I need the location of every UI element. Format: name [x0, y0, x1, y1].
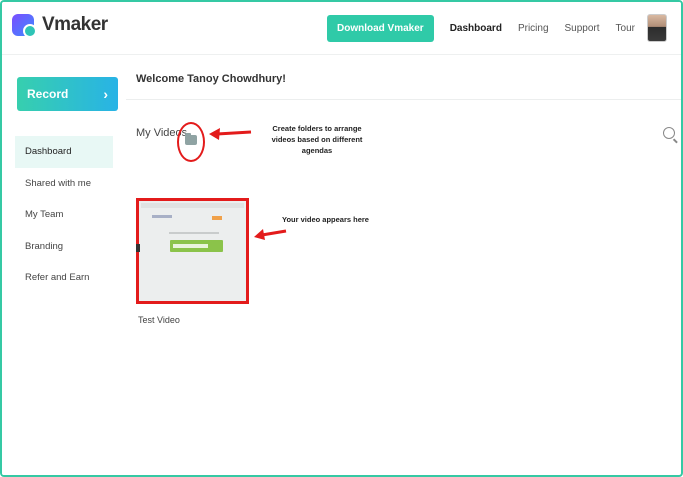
video-title[interactable]: Test Video: [138, 315, 180, 325]
sidebar-item-dashboard[interactable]: Dashboard: [15, 136, 113, 168]
download-vmaker-button[interactable]: Download Vmaker: [327, 14, 434, 42]
thumbnail-text: [169, 232, 219, 234]
avatar[interactable]: [647, 14, 667, 42]
app-frame: Vmaker Download Vmaker Dashboard Pricing…: [0, 0, 683, 477]
chevron-right-icon: ›: [103, 86, 108, 102]
sidebar-item-shared-with-me[interactable]: Shared with me: [15, 168, 113, 200]
folder-icon[interactable]: [185, 133, 197, 145]
logo-text: Vmaker: [42, 14, 108, 35]
top-nav: Download Vmaker Dashboard Pricing Suppor…: [327, 14, 667, 42]
divider: [126, 99, 681, 100]
annotation-folders-note: Create folders to arrange videos based o…: [271, 124, 363, 155]
main-content: Welcome Tanoy Chowdhury! My Videos Creat…: [126, 55, 681, 475]
sidebar-menu: Dashboard Shared with me My Team Brandin…: [15, 136, 113, 294]
sidebar-item-refer-and-earn[interactable]: Refer and Earn: [15, 262, 113, 294]
thumbnail-button: [212, 216, 222, 220]
record-label: Record: [27, 87, 69, 101]
thumbnail-logo: [152, 215, 172, 218]
annotation-video-note: Your video appears here: [282, 215, 369, 224]
top-header: Vmaker Download Vmaker Dashboard Pricing…: [2, 2, 681, 55]
video-thumbnail[interactable]: [136, 198, 249, 304]
nav-tour[interactable]: Tour: [616, 23, 635, 34]
nav-dashboard[interactable]: Dashboard: [450, 23, 502, 34]
thumbnail-input-bar: [170, 240, 223, 252]
vmaker-logo-icon: [12, 14, 37, 38]
sidebar: Record › Dashboard Shared with me My Tea…: [2, 55, 126, 475]
search-icon[interactable]: [663, 127, 675, 139]
logo[interactable]: Vmaker: [12, 14, 108, 38]
thumbnail-side-mark: [136, 244, 140, 252]
record-button[interactable]: Record ›: [17, 77, 118, 111]
annotation-circle: [177, 122, 205, 162]
sidebar-item-my-team[interactable]: My Team: [15, 199, 113, 231]
nav-support[interactable]: Support: [565, 23, 600, 34]
nav-pricing[interactable]: Pricing: [518, 23, 549, 34]
annotation-arrow-icon: [254, 229, 287, 240]
welcome-message: Welcome Tanoy Chowdhury!: [136, 73, 286, 85]
thumbnail-browser-bar: [141, 203, 244, 208]
annotation-arrow-icon: [209, 128, 252, 140]
sidebar-item-branding[interactable]: Branding: [15, 231, 113, 263]
